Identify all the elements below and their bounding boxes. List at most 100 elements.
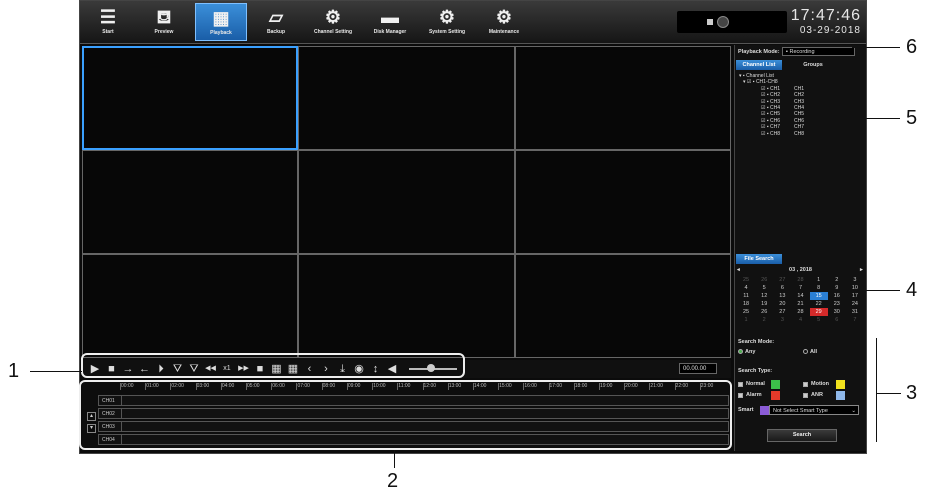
calendar-day[interactable]: 16 [828,292,846,300]
stop-indicator-icon [707,19,713,25]
calendar-day[interactable]: 27 [773,308,791,316]
camera-icon: ☑ ▪ [761,85,771,92]
calendar-next-icon[interactable]: ▸ [860,267,863,273]
calendar-day[interactable]: 29 [809,308,828,316]
calendar-day[interactable]: 27 [773,276,791,284]
calendar-day[interactable]: 4 [791,316,809,324]
calendar-day[interactable]: 26 [755,308,773,316]
clock-time: 17:47:46 [790,7,861,24]
calendar-day[interactable]: 17 [846,292,864,300]
video-cell[interactable] [82,254,299,358]
tab-file-search[interactable]: File Search [736,254,782,264]
calendar-day[interactable]: 1 [810,276,828,284]
calendar-day[interactable]: 3 [773,316,791,324]
video-cell[interactable] [514,254,731,358]
callout-5: 5 [906,107,918,129]
calendar-day[interactable]: 6 [828,316,846,324]
video-cell[interactable] [82,150,299,254]
search-type-checkbox[interactable] [738,382,743,387]
calendar-day[interactable]: 28 [791,276,809,284]
record-indicator-icon [717,16,729,28]
video-cell[interactable] [82,46,299,150]
calendar-day[interactable]: 26 [755,276,773,284]
radio-all[interactable] [803,349,808,354]
calendar-day[interactable]: 3 [846,276,864,284]
radio-any[interactable] [738,349,743,354]
tree-toggle-icon[interactable]: ▾ ☑ ▪ [743,79,756,85]
calendar-day[interactable]: 14 [791,292,809,300]
calendar-day[interactable]: 25 [737,308,755,316]
calendar-day[interactable]: 4 [737,284,755,292]
calendar-day[interactable]: 13 [773,292,791,300]
calendar-day[interactable]: 12 [755,292,773,300]
calendar-day[interactable]: 1 [737,316,755,324]
search-type-checkbox[interactable] [738,393,743,398]
search-type-checkbox[interactable] [803,393,808,398]
calendar-day[interactable]: 6 [773,284,791,292]
nav-start-button[interactable]: ☰ Start [82,3,134,41]
calendar-day[interactable]: 20 [773,300,791,308]
tree-channel-item[interactable]: ☑ ▪ CH8 CH8 [739,131,804,137]
calendar-day[interactable]: 19 [755,300,773,308]
tab-groups[interactable]: Groups [783,60,843,70]
calendar-day[interactable]: 7 [846,316,864,324]
smart-color-swatch [760,406,769,415]
calendar-week: 25 26 27 28 29 30 31 [737,308,864,316]
search-type-checkbox[interactable] [803,382,808,387]
tree-channel-name: CH3 [794,98,805,105]
camera-icon: ☑ ▪ [761,111,771,118]
clock-date: 03-29-2018 [799,25,861,36]
search-type-label: Alarm [746,392,762,398]
tree-toggle-icon[interactable]: ▾ ▪ [739,73,746,79]
calendar-day[interactable]: 22 [810,300,828,308]
calendar-day[interactable]: 11 [737,292,755,300]
nav-backup-button[interactable]: ▱ Backup [250,3,302,41]
nav-label: Maintenance [488,29,520,35]
video-cell[interactable] [298,150,515,254]
calendar-day[interactable]: 5 [810,316,828,324]
calendar-day[interactable]: 9 [828,284,846,292]
nav-maintenance-button[interactable]: ⚙ Maintenance [478,3,530,41]
tree-channel-name: CH2 [794,92,805,99]
tab-channel-list[interactable]: Channel List [736,60,782,70]
film-icon: ▦ [212,8,230,28]
smart-type-select[interactable]: Not Select Smart Type ⌄ [769,405,859,415]
camera-icon: ⛾ [156,7,172,27]
calendar-day[interactable]: 2 [755,316,773,324]
callout-4: 4 [906,279,918,301]
calendar-day[interactable]: 24 [846,300,864,308]
calendar-day[interactable]: 7 [791,284,809,292]
list-icon: ☰ [99,7,117,27]
callout-line-2 [394,450,395,468]
calendar: 25 26 27 28 1 2 3 4 5 6 7 8 9 10 11 12 13 14 15 16 17 18 19 20 2… [737,276,864,324]
calendar-day[interactable]: 5 [755,284,773,292]
search-type-label: Motion [811,381,830,387]
calendar-day[interactable]: 30 [828,308,846,316]
nav-channel-setting-button[interactable]: ⚙ Channel Setting [307,3,359,41]
nav-preview-button[interactable]: ⛾ Preview [138,3,190,41]
calendar-day[interactable]: 8 [810,284,828,292]
calendar-day[interactable]: 23 [828,300,846,308]
video-cell[interactable] [514,150,731,254]
calendar-day[interactable]: 31 [846,308,864,316]
search-button[interactable]: Search [767,429,837,442]
calendar-day[interactable]: 2 [828,276,846,284]
calendar-day[interactable]: 15 [809,292,828,300]
search-type-color-swatch [836,380,845,389]
video-cell[interactable] [514,46,731,150]
nav-disk-manager-button[interactable]: ▬ Disk Manager [364,3,416,41]
calendar-prev-icon[interactable]: ◂ [737,267,740,273]
video-cell[interactable] [298,46,515,150]
playback-time-field[interactable]: 00.00.00 [679,363,717,374]
radio-any-label: Any [745,349,756,355]
calendar-day[interactable]: 25 [737,276,755,284]
video-cell[interactable] [298,254,515,358]
nav-playback-button[interactable]: ▦ Playback [195,3,247,41]
nav-system-setting-button[interactable]: ⚙ System Setting [421,3,473,41]
calendar-day[interactable]: 18 [737,300,755,308]
calendar-day[interactable]: 21 [791,300,809,308]
tree-channel-name: CH1 [794,85,805,92]
callout-6: 6 [906,36,918,58]
calendar-day[interactable]: 28 [791,308,809,316]
playback-mode-select[interactable]: ▪ Recording [782,47,855,56]
